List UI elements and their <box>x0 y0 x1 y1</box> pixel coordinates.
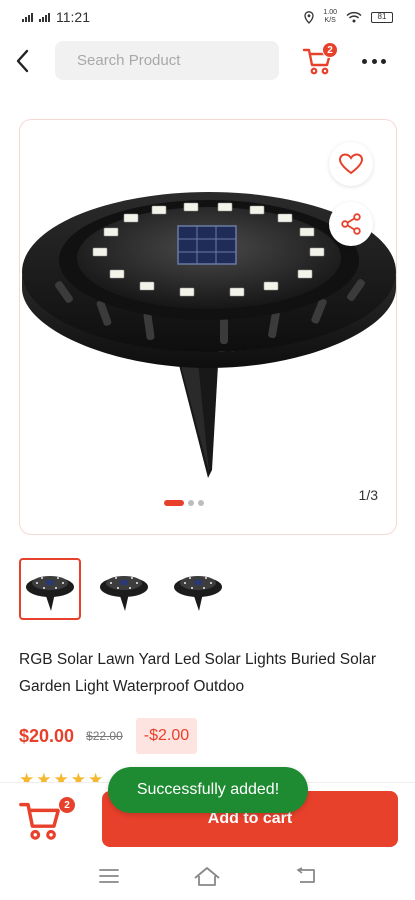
price-row: $20.00 $22.00 -$2.00 <box>19 718 198 754</box>
more-dot <box>381 58 386 64</box>
image-counter: 1/3 <box>358 487 378 503</box>
location-icon <box>304 10 315 24</box>
product-gallery[interactable]: 1/3 <box>19 119 397 535</box>
discount-badge: -$2.00 <box>135 718 198 754</box>
thumbnail-image <box>174 576 222 611</box>
cart-button[interactable]: 2 <box>302 42 338 80</box>
home-nav-button[interactable] <box>192 863 222 889</box>
pagination-dot[interactable] <box>188 500 194 506</box>
menu-icon <box>99 869 120 883</box>
thumbnail-strip <box>19 558 229 620</box>
current-price: $20.00 <box>19 725 75 746</box>
battery-icon: 81 <box>371 11 393 23</box>
header: Search Product 2 <box>0 40 415 82</box>
favorite-button[interactable] <box>329 142 373 186</box>
menu-nav-button[interactable] <box>94 863 124 889</box>
back-nav-button[interactable] <box>291 863 321 889</box>
pagination-dots <box>164 500 204 506</box>
system-nav-bar <box>0 852 415 900</box>
back-button[interactable] <box>12 48 34 74</box>
return-icon <box>296 867 315 883</box>
thumbnail-image <box>100 576 148 611</box>
share-icon <box>341 213 361 235</box>
thumbnail-image <box>26 576 74 611</box>
chevron-left-icon <box>16 49 29 73</box>
status-time: 11:21 <box>56 9 90 25</box>
home-icon <box>194 867 221 886</box>
status-left: 11:21 <box>22 9 90 25</box>
pagination-dot[interactable] <box>198 500 204 506</box>
thumbnail-2[interactable] <box>93 558 155 620</box>
status-right: 1.00 K/S 81 <box>304 9 393 25</box>
bottom-cart-badge: 2 <box>58 796 76 814</box>
success-toast: Successfully added! <box>108 767 308 813</box>
heart-icon <box>339 153 363 175</box>
cart-badge: 2 <box>322 42 338 58</box>
bottom-cart-button[interactable]: 2 <box>18 796 76 844</box>
product-title: RGB Solar Lawn Yard Led Solar Lights Bur… <box>19 651 376 695</box>
pagination-dot-active[interactable] <box>164 500 184 506</box>
original-price: $22.00 <box>86 729 123 743</box>
wifi-icon <box>346 11 362 23</box>
share-button[interactable] <box>329 202 373 246</box>
search-input[interactable]: Search Product <box>55 41 279 80</box>
thumbnail-1[interactable] <box>19 558 81 620</box>
status-bar: 11:21 1.00 K/S 81 <box>0 0 415 34</box>
thumbnail-3[interactable] <box>167 558 229 620</box>
battery-level: 81 <box>377 12 387 21</box>
signal-icon <box>22 12 33 22</box>
more-dot <box>371 58 377 64</box>
more-horizontal-icon <box>362 58 367 64</box>
more-options-button[interactable] <box>362 52 386 70</box>
network-speed: 1.00 K/S <box>323 9 337 24</box>
signal-icon-2 <box>39 12 50 22</box>
